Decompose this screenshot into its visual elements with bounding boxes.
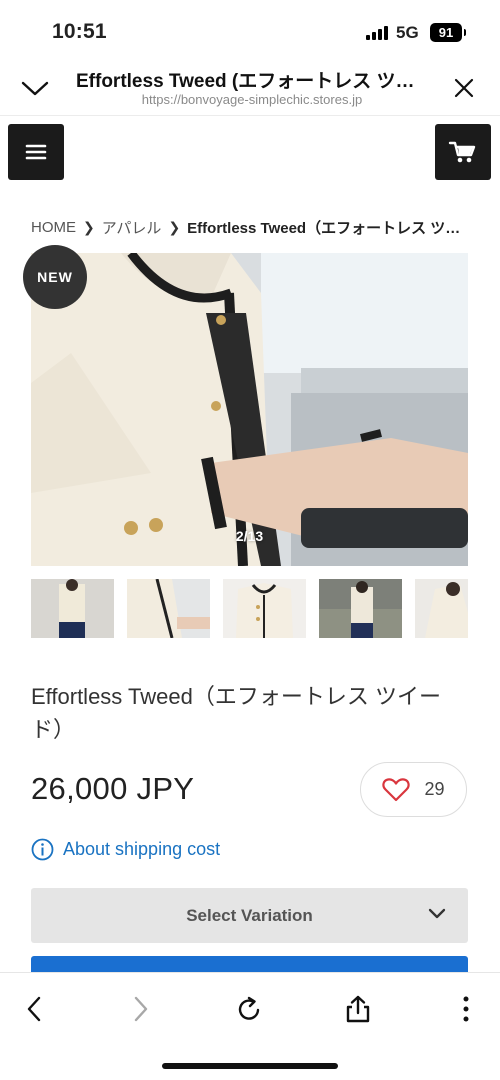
shipping-cost-link[interactable]: About shipping cost <box>31 838 220 861</box>
status-time: 10:51 <box>52 20 107 43</box>
info-icon <box>31 838 54 861</box>
thumbnail-4[interactable] <box>319 579 402 638</box>
share-button[interactable] <box>336 987 380 1031</box>
chevron-down-icon <box>21 81 49 96</box>
reload-button[interactable] <box>228 987 272 1031</box>
thumbnail-3[interactable] <box>223 579 306 638</box>
cart-button[interactable] <box>435 124 491 180</box>
battery-icon: 91 <box>430 23 466 42</box>
chevron-right-icon <box>134 996 148 1022</box>
product-name: Effortless Tweed（エフォートレス ツイード） <box>31 684 441 742</box>
share-icon <box>346 995 370 1023</box>
back-button[interactable] <box>12 987 56 1031</box>
chevron-right-icon: ❯ <box>83 219 95 235</box>
product-price: 26,000 JPY <box>31 771 195 806</box>
network-type: 5G <box>396 23 419 42</box>
variation-select[interactable]: Select Variation <box>31 888 468 943</box>
signal-icon <box>366 26 388 40</box>
page-title: Effortless Tweed (エフォートレス ツ… <box>76 71 415 92</box>
new-badge: NEW <box>23 245 87 309</box>
cart-icon <box>448 141 476 163</box>
breadcrumb-home[interactable]: HOME <box>31 219 76 236</box>
breadcrumb-category[interactable]: アパレル <box>102 217 162 238</box>
battery-level: 91 <box>438 25 454 40</box>
home-indicator <box>162 1063 338 1069</box>
image-counter: 2/13 <box>235 528 264 544</box>
close-button[interactable] <box>450 74 478 102</box>
thumbnail-2[interactable] <box>127 579 210 638</box>
product-photo <box>31 253 468 566</box>
shipping-link-label: About shipping cost <box>63 839 221 859</box>
thumbnail-1[interactable] <box>31 579 114 638</box>
thumbnail-strip <box>31 579 468 638</box>
browser-header: Effortless Tweed (エフォートレス ツ… https://bon… <box>0 58 500 116</box>
menu-button[interactable] <box>8 124 64 180</box>
page-url[interactable]: https://bonvoyage-simplechic.stores.jp <box>76 92 428 107</box>
variation-label: Select Variation <box>186 905 313 925</box>
status-bar: 10:51 5G 91 <box>0 0 500 58</box>
collapse-button[interactable] <box>20 76 50 100</box>
forward-button[interactable] <box>119 987 163 1031</box>
favorite-count: 29 <box>424 779 445 799</box>
more-vertical-icon <box>463 996 469 1022</box>
thumbnail-5[interactable] <box>415 579 468 638</box>
chevron-left-icon <box>27 996 41 1022</box>
hamburger-icon <box>25 144 47 160</box>
chevron-right-icon: ❯ <box>168 219 181 235</box>
close-icon <box>454 78 474 98</box>
heart-icon <box>382 778 411 802</box>
breadcrumb: HOME ❯ アパレル ❯ Effortless Tweed（エフォートレス ツ… <box>31 217 471 238</box>
breadcrumb-current: Effortless Tweed（エフォートレス ツイ… <box>187 220 471 237</box>
reload-icon <box>238 996 260 1020</box>
chevron-down-icon <box>428 908 446 919</box>
favorite-button[interactable]: 29 <box>360 762 467 817</box>
product-main-image[interactable]: 2/13 <box>31 253 468 566</box>
more-button[interactable] <box>444 987 488 1031</box>
